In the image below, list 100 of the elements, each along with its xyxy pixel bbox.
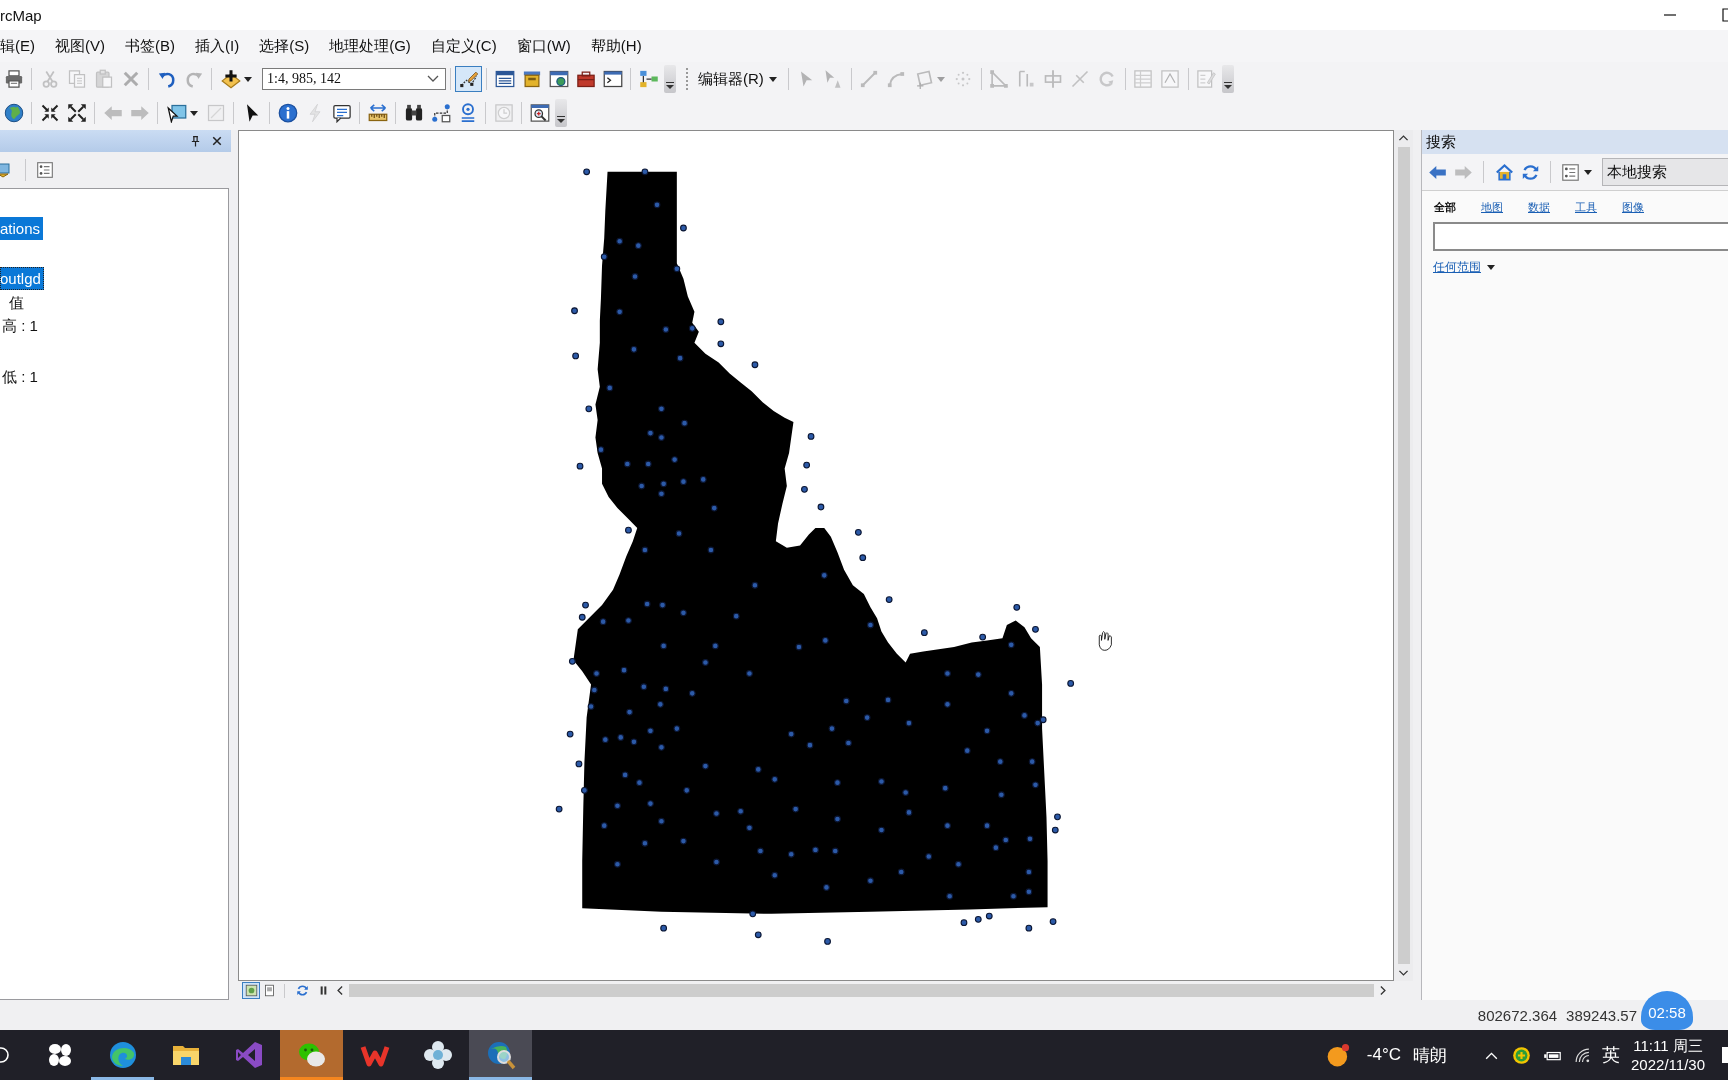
pencil-line-button[interactable] — [455, 66, 482, 92]
layer-name[interactable]: ations — [0, 217, 44, 240]
split-rectangle-icon — [1043, 69, 1064, 89]
input-method-indicator[interactable]: 英 — [1602, 1043, 1621, 1067]
legend-heading: 值 — [9, 294, 24, 313]
menu-item[interactable]: 地理处理(G) — [319, 33, 421, 59]
search-tab[interactable]: 工具 — [1575, 200, 1597, 215]
extent-link[interactable]: 任何范围 — [1433, 259, 1481, 276]
map-frame-icon — [244, 984, 258, 997]
connected-boxes-icon — [638, 69, 659, 89]
clock-window-icon — [493, 103, 514, 123]
left-arrow-icon — [102, 103, 123, 123]
grip-handle-icon[interactable] — [686, 68, 689, 90]
legend-label: 高 : 1 — [2, 317, 38, 336]
straight-segment-icon — [859, 69, 880, 89]
coordinate-readout: 802672.364 — [1477, 1006, 1558, 1024]
search-input[interactable] — [1433, 222, 1728, 251]
menu-item[interactable]: 视图(V) — [45, 33, 115, 59]
polygon-plus-icon — [914, 69, 935, 89]
terminal-window-icon — [602, 69, 623, 89]
caret-down-icon — [189, 110, 198, 116]
scrollbar-thumb[interactable] — [1397, 147, 1410, 964]
clear-square-icon — [205, 103, 226, 123]
editor-menu-button[interactable]: 编辑器(R) — [691, 66, 784, 92]
arrows-inward-icon — [39, 103, 60, 123]
scale-field[interactable]: 1:4, 985, 142 — [262, 68, 446, 90]
peak-window-icon — [1160, 69, 1181, 89]
layer-name[interactable]: outlgd — [0, 267, 44, 290]
overflow-caret-icon — [1223, 81, 1232, 90]
weather-condition[interactable]: 晴朗 — [1413, 1043, 1448, 1067]
search-scope-field[interactable]: 本地搜索 — [1602, 158, 1728, 186]
table-window-icon — [494, 69, 515, 89]
cursor-on-map-icon — [166, 103, 187, 123]
coordinate-readout: 389243.57 — [1566, 1006, 1637, 1024]
maximize-icon[interactable] — [1722, 8, 1728, 22]
list-options-icon[interactable] — [36, 161, 54, 179]
caret-down-icon — [1487, 265, 1495, 270]
legend-label: 低 : 1 — [2, 368, 38, 387]
map-view[interactable] — [238, 130, 1394, 981]
right-arrow-icon — [129, 103, 150, 123]
pencil-line-icon — [458, 69, 479, 89]
magnifier-window-icon — [529, 103, 550, 123]
vertical-lines-icon — [1016, 69, 1037, 89]
hand-cursor-icon — [1098, 631, 1112, 651]
weather-temperature[interactable]: -4°C — [1366, 1045, 1402, 1065]
map-layer-icon[interactable] — [0, 160, 11, 180]
toolbar-options-button[interactable] — [664, 65, 676, 93]
clock-date[interactable]: 2022/11/30 — [1631, 1055, 1705, 1074]
caret-down-icon — [243, 76, 252, 82]
info-icon — [277, 103, 298, 123]
cabinet-icon — [521, 69, 542, 89]
flower-logo-icon — [421, 1039, 454, 1071]
speech-bubble-icon — [331, 103, 352, 123]
triangle-nodes-icon — [989, 69, 1010, 89]
clipboard-icon — [93, 69, 114, 89]
globe-window-icon — [548, 69, 569, 89]
binoculars-icon — [403, 103, 424, 123]
overflow-caret-icon — [666, 81, 674, 90]
menu-item[interactable]: 窗口(W) — [506, 33, 581, 59]
copy-pages-icon — [66, 69, 87, 89]
caret-down-icon — [937, 76, 946, 82]
search-tab[interactable]: 图像 — [1622, 200, 1644, 215]
toolbar-options-button[interactable] — [555, 99, 567, 127]
house-icon — [1494, 162, 1514, 182]
menu-item[interactable]: 帮助(H) — [580, 33, 652, 59]
plus-diamond-icon — [220, 69, 241, 89]
weather-sun-icon[interactable] — [1325, 1042, 1352, 1068]
toolbox-icon — [575, 69, 596, 89]
close-icon[interactable] — [211, 135, 223, 147]
refresh-arrows-icon — [296, 984, 309, 997]
ruler-icon — [367, 103, 388, 123]
menu-item[interactable]: 插入(I) — [185, 33, 250, 59]
curved-segment-icon — [886, 69, 907, 89]
toolbar-options-button[interactable] — [1221, 65, 1234, 93]
list-options-icon — [1560, 162, 1580, 182]
page-icon — [262, 984, 276, 997]
caret-down-icon — [1583, 169, 1592, 175]
menu-item[interactable]: 自定义(C) — [420, 33, 507, 59]
chevron-down-icon — [427, 75, 439, 83]
arrows-outward-icon — [66, 103, 87, 123]
pin-icon[interactable] — [189, 134, 202, 148]
plus-badge-icon[interactable] — [1512, 1045, 1532, 1065]
search-tab[interactable]: 数据 — [1528, 200, 1550, 215]
wifi-icon[interactable] — [1574, 1046, 1592, 1064]
search-tab[interactable]: 全部 — [1434, 200, 1456, 215]
connected-dots-icon — [430, 103, 451, 123]
menu-item[interactable]: 辑(E) — [0, 33, 45, 59]
clock-time[interactable]: 11:11 周三 — [1633, 1036, 1703, 1055]
menu-item[interactable]: 选择(S) — [249, 33, 320, 59]
scrollbar-thumb[interactable] — [349, 984, 1374, 997]
window-title: rcMap — [0, 6, 42, 24]
printer-icon — [3, 69, 24, 89]
search-tab[interactable]: 地图 — [1481, 200, 1503, 215]
form-pencil-icon — [1196, 69, 1217, 89]
caret-down-icon — [768, 76, 777, 82]
globe-icon — [3, 103, 24, 123]
table-grid-icon — [1133, 69, 1154, 89]
panel-title: 搜索 — [1422, 130, 1728, 154]
menu-item[interactable]: 书签(B) — [115, 33, 185, 59]
data-view-button[interactable] — [242, 982, 260, 999]
